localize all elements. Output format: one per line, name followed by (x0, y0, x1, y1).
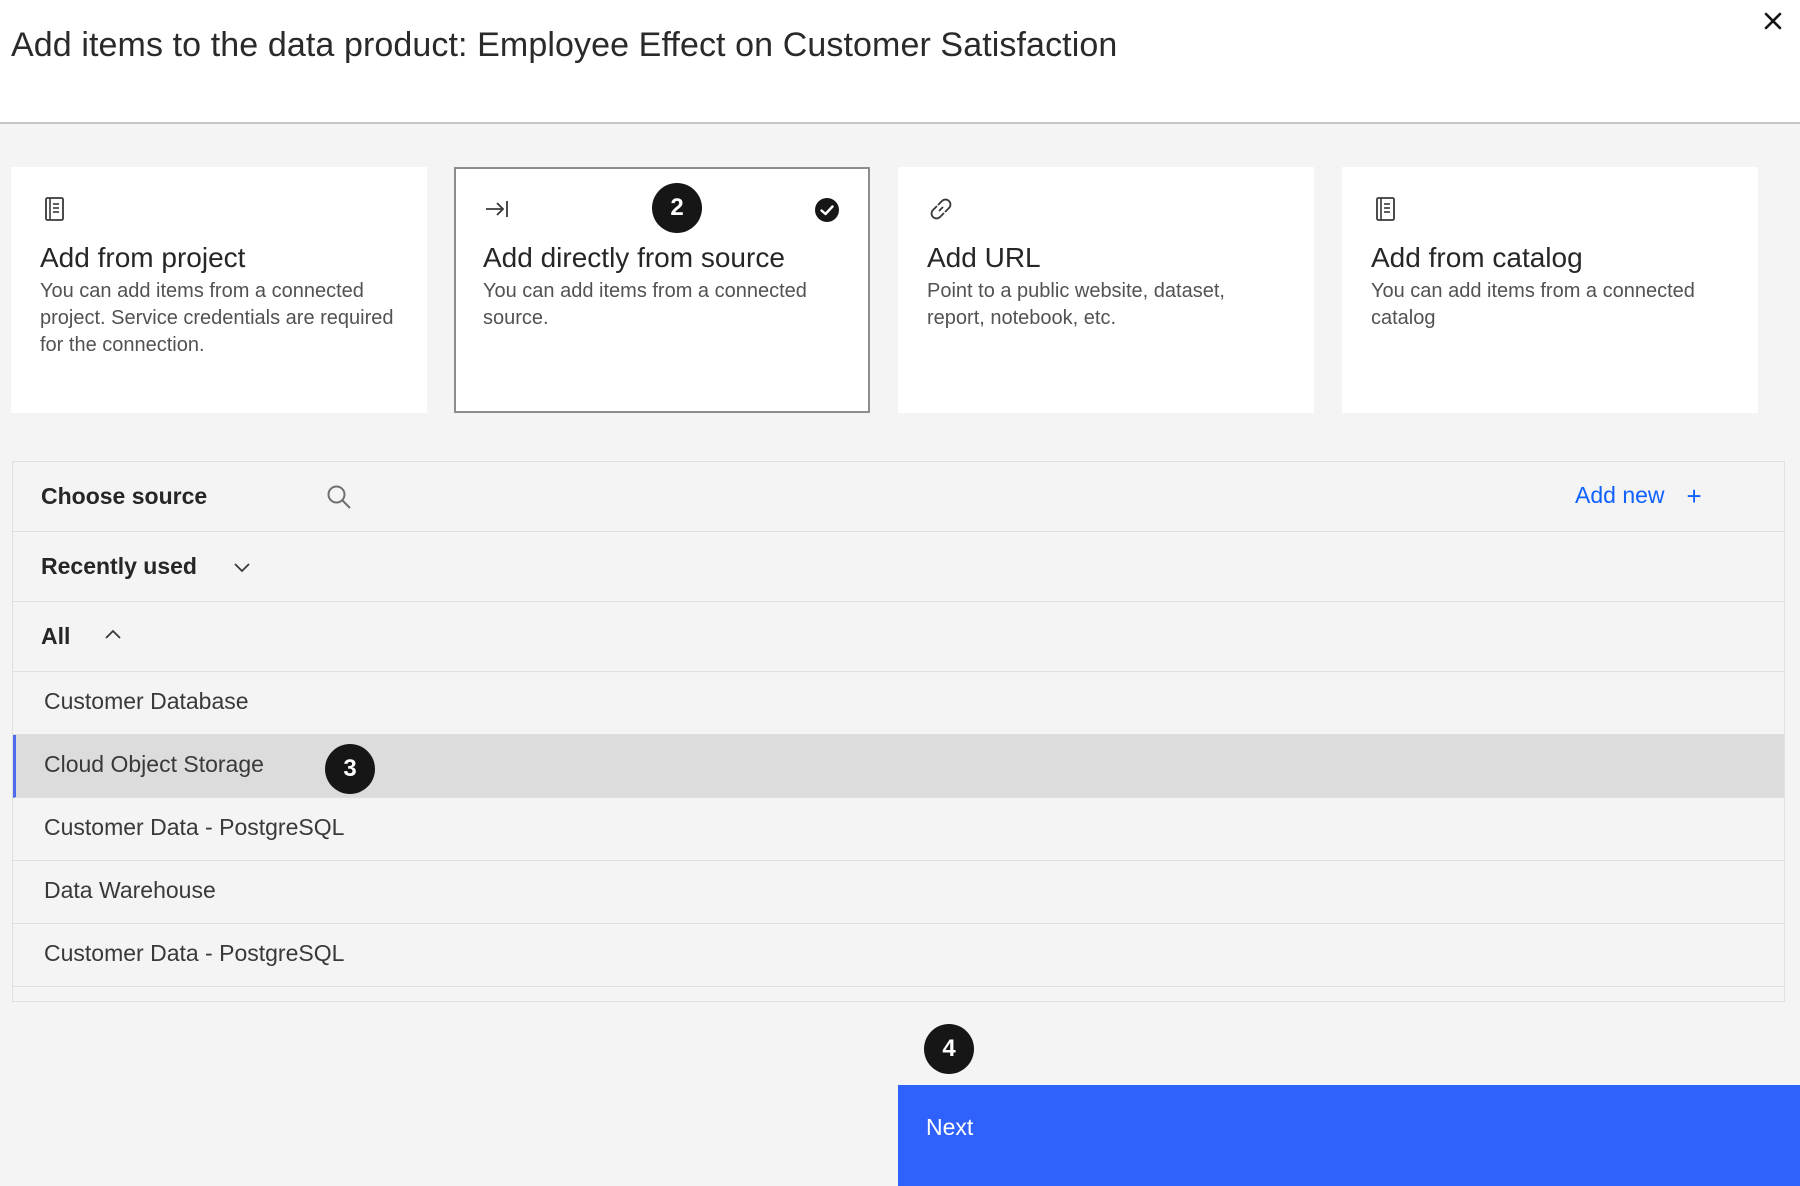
add-new-link[interactable]: Add new + (1575, 482, 1702, 509)
notebook-icon (1376, 197, 1395, 221)
tile-add-from-catalog[interactable]: Add from catalog You can add items from … (1342, 167, 1758, 413)
tile-title: Add from catalog (1371, 242, 1583, 273)
tile-description: Point to a public website, dataset, repo… (927, 280, 1225, 329)
source-item-label: Customer Database (44, 688, 249, 714)
step-badge-2: 2 (652, 183, 702, 233)
source-panel: Choose source Add new + Recently used Al… (12, 461, 1785, 1002)
tile-title: Add from project (40, 242, 246, 273)
source-list-item[interactable]: Customer Database (13, 672, 1784, 735)
recently-used-label: Recently used (41, 553, 197, 579)
add-new-label: Add new (1575, 482, 1665, 508)
choose-source-header: Choose source Add new + (13, 462, 1784, 532)
plus-icon: + (1686, 480, 1702, 511)
tile-add-url[interactable]: Add URL Point to a public website, datas… (898, 167, 1314, 413)
search-icon[interactable] (325, 483, 353, 511)
source-item-label: Cloud Object Storage (44, 751, 264, 777)
modal-header: Add items to the data product: Employee … (0, 0, 1800, 124)
arrow-right-to-line-icon (486, 201, 508, 217)
step-badge-3: 3 (325, 744, 375, 794)
close-icon (1764, 12, 1782, 30)
chevron-down-icon (234, 563, 250, 573)
source-list-item[interactable]: Data Warehouse (13, 861, 1784, 924)
choose-source-label: Choose source (41, 483, 208, 509)
source-list-item[interactable]: Customer Data - PostgreSQL (13, 924, 1784, 987)
next-button-label: Next (926, 1114, 974, 1140)
tile-title: Add directly from source (483, 242, 785, 273)
source-list-item-active[interactable]: Cloud Object Storage (13, 735, 1784, 798)
step-badge-4: 4 (924, 1024, 974, 1074)
tile-title: Add URL (927, 242, 1041, 273)
source-item-label: Customer Data - PostgreSQL (44, 814, 345, 840)
add-items-modal: Add items to the data product: Employee … (0, 0, 1800, 1186)
all-section[interactable]: All (13, 602, 1784, 672)
chevron-up-icon (105, 629, 121, 639)
tile-description: You can add items from a connected sourc… (483, 280, 807, 329)
modal-title: Add items to the data product: Employee … (11, 26, 1118, 64)
all-label: All (41, 623, 71, 649)
tile-add-from-project[interactable]: Add from project You can add items from … (11, 167, 427, 413)
link-icon (930, 198, 952, 220)
source-item-label: Customer Data - PostgreSQL (44, 940, 345, 966)
tile-description: You can add items from a connected proje… (40, 280, 394, 356)
next-button[interactable]: Next (898, 1085, 1800, 1186)
close-button[interactable] (1758, 6, 1788, 36)
checkmark-filled-icon (815, 198, 839, 222)
source-item-label: Data Warehouse (44, 877, 216, 903)
tile-description: You can add items from a connected catal… (1371, 280, 1695, 329)
notebook-icon (45, 197, 64, 221)
recently-used-section[interactable]: Recently used (13, 532, 1784, 602)
source-list-item[interactable]: Customer Data - PostgreSQL (13, 798, 1784, 861)
